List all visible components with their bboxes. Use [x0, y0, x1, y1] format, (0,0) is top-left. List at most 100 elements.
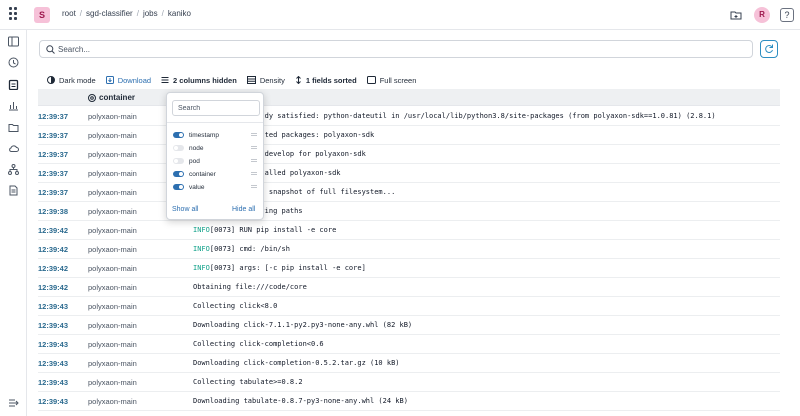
- sort-button[interactable]: 1 fields sorted: [295, 76, 357, 85]
- log-timestamp: 12:39:42: [38, 245, 69, 254]
- breadcrumb-project[interactable]: sgd-classifier: [86, 9, 133, 18]
- log-container: polyxaon-main: [88, 226, 137, 235]
- chart-bar-icon[interactable]: [8, 100, 19, 111]
- density-button[interactable]: Density: [246, 75, 285, 85]
- log-row: 12:39:37 polyxaon-main Installing collecte…: [38, 126, 780, 145]
- clock-icon[interactable]: [8, 57, 19, 68]
- drag-handle-icon[interactable]: [251, 159, 257, 162]
- column-toggle-switch[interactable]: [173, 132, 184, 138]
- app-grid-icon[interactable]: [9, 7, 19, 21]
- log-timestamp: 12:39:43: [38, 378, 69, 387]
- breadcrumb-run[interactable]: kaniko: [168, 9, 191, 18]
- drag-handle-icon[interactable]: [251, 133, 257, 136]
- column-toggle-switch[interactable]: [173, 145, 184, 151]
- sort-icon: [295, 76, 301, 84]
- log-message: INFO[0073] args: [-c pip install -e core…: [193, 264, 366, 272]
- breadcrumb-jobs[interactable]: jobs: [143, 9, 158, 18]
- columns-hidden-button[interactable]: 2 columns hidden: [161, 76, 237, 85]
- log-timestamp: 12:39:43: [38, 340, 69, 349]
- log-container: polyxaon-main: [88, 302, 137, 311]
- log-level: INFO: [193, 245, 210, 253]
- full-screen-label: Full screen: [379, 75, 417, 85]
- log-timestamp: 12:39:43: [38, 302, 69, 311]
- full-screen-button[interactable]: Full screen: [366, 75, 417, 85]
- density-label: Density: [259, 75, 285, 85]
- help-button[interactable]: ?: [780, 8, 794, 22]
- log-container: polyxaon-main: [88, 150, 137, 159]
- fields-sorted-label: 1 fields sorted: [305, 75, 357, 85]
- collapse-sidebar-icon[interactable]: [8, 398, 20, 408]
- log-row: 12:39:42 polyxaon-main INFO[0073] cmd: /bi…: [38, 240, 780, 259]
- log-row: 12:39:42 polyxaon-main INFO[0073] args: [-…: [38, 259, 780, 278]
- column-toggle-item[interactable]: pod: [173, 156, 259, 166]
- log-row: 12:39:43 polyxaon-main Collecting click-co…: [38, 335, 780, 354]
- log-message: Collecting tabulate>=0.8.2: [193, 378, 303, 386]
- log-timestamp: 12:39:42: [38, 226, 69, 235]
- column-toggle-item[interactable]: container: [173, 169, 259, 179]
- hierarchy-icon[interactable]: [8, 164, 19, 175]
- sidebar-toggle-icon[interactable]: [8, 36, 19, 47]
- user-avatar[interactable]: R: [754, 7, 770, 23]
- breadcrumb-owner[interactable]: root: [62, 9, 76, 18]
- column-toggle-switch[interactable]: [173, 184, 184, 190]
- log-message-text: Requirement already satisfied: python-da…: [193, 112, 716, 120]
- log-table-header: container: [38, 89, 780, 106]
- full-screen-icon: [366, 76, 376, 84]
- container-column-header[interactable]: container: [88, 93, 135, 102]
- download-button[interactable]: Download: [105, 76, 151, 85]
- log-container: polyxaon-main: [88, 321, 137, 330]
- document-icon[interactable]: [8, 185, 19, 196]
- project-avatar[interactable]: S: [34, 7, 50, 23]
- log-row: 12:39:42 polyxaon-main INFO[0073] RUN pip …: [38, 221, 780, 240]
- log-timestamp: 12:39:43: [38, 359, 69, 368]
- log-timestamp: 12:39:42: [38, 283, 69, 292]
- log-toolbar: Dark mode Download 2 columns hidden Dens…: [47, 74, 426, 86]
- log-message-text: [0073] cmd: /bin/sh: [209, 245, 290, 253]
- log-container: polyxaon-main: [88, 397, 137, 406]
- log-row: 12:39:43 polyxaon-main Downloading click-7…: [38, 316, 780, 335]
- clipboard-icon[interactable]: [8, 79, 19, 90]
- drag-handle-icon[interactable]: [251, 185, 257, 188]
- log-message-text: Downloading click-completion-0.5.2.tar.g…: [193, 359, 400, 367]
- folder-icon[interactable]: [8, 122, 19, 133]
- search-input[interactable]: [58, 42, 748, 56]
- column-toggle-item[interactable]: value: [173, 182, 259, 192]
- log-message-text: Downloading tabulate-0.8.7-py3-none-any.…: [193, 397, 408, 405]
- show-all-link[interactable]: Show all: [172, 206, 198, 213]
- drag-handle-icon[interactable]: [251, 172, 257, 175]
- cloud-icon[interactable]: [8, 143, 19, 154]
- column-toggle-label: pod: [189, 157, 200, 165]
- breadcrumb: root / sgd-classifier / jobs / kaniko: [62, 9, 191, 18]
- log-message-text: Collecting tabulate>=0.8.2: [193, 378, 303, 386]
- column-toggle-switch[interactable]: [173, 158, 184, 164]
- log-container: polyxaon-main: [88, 264, 137, 273]
- log-message-text: Obtaining file:///code/core: [193, 283, 307, 291]
- log-timestamp: 12:39:43: [38, 397, 69, 406]
- log-message: Requirement already satisfied: python-da…: [193, 112, 716, 120]
- log-message: Collecting click-completion<0.6: [193, 340, 324, 348]
- log-row: 12:39:38polyxaon-mainINFO[0073] Resolvin…: [38, 202, 780, 221]
- column-toggle-label: node: [189, 144, 204, 152]
- half-circle-icon: [47, 76, 55, 84]
- hide-all-link[interactable]: Hide all: [232, 206, 255, 213]
- log-message: Collecting click<8.0: [193, 302, 277, 310]
- column-toggle-switch[interactable]: [173, 171, 184, 177]
- log-message: INFO[0073] RUN pip install -e core: [193, 226, 336, 234]
- column-search-input[interactable]: [172, 100, 260, 116]
- column-toggle-label: container: [189, 170, 216, 178]
- log-row: 12:39:37 polyxaon-main Requirement already…: [38, 107, 780, 126]
- refresh-button[interactable]: [760, 40, 778, 58]
- log-row: 12:39:37 polyxaon-main Successfully instal…: [38, 164, 780, 183]
- log-row: 12:39:43 polyxaon-main Downloading click-c…: [38, 354, 780, 373]
- folder-add-icon[interactable]: [730, 9, 742, 21]
- dark-mode-toggle[interactable]: Dark mode: [47, 76, 96, 85]
- column-toggle-item[interactable]: node: [173, 143, 259, 153]
- column-toggle-label: value: [189, 183, 205, 191]
- drag-handle-icon[interactable]: [251, 146, 257, 149]
- log-container: polyxaon-main: [88, 378, 137, 387]
- search-bar: [39, 40, 753, 58]
- column-toggle-item[interactable]: timestamp: [173, 130, 259, 140]
- log-table-body: 12:39:37 polyxaon-main Requirement already…: [38, 107, 780, 416]
- log-message-text: Downloading click-7.1.1-py2.py3-none-any…: [193, 321, 413, 329]
- columns-hidden-label: 2 columns hidden: [173, 75, 237, 85]
